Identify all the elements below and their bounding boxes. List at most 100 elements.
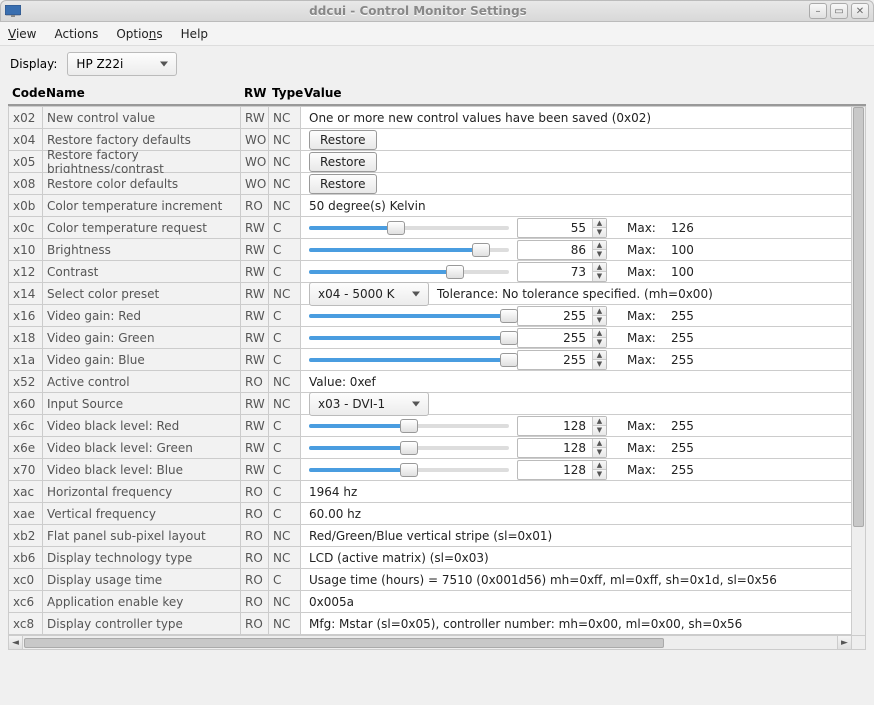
spin-up-icon[interactable]: ▲ [593, 241, 606, 251]
slider-thumb[interactable] [500, 309, 518, 323]
max-value: 255 [671, 353, 711, 367]
cell-code: xb2 [9, 525, 43, 547]
value-slider[interactable] [309, 311, 509, 321]
table-row: xc6Application enable keyRONC0x005a [9, 591, 851, 613]
spin-up-icon[interactable]: ▲ [593, 219, 606, 229]
spin-down-icon[interactable]: ▼ [593, 360, 606, 369]
spin-up-icon[interactable]: ▲ [593, 461, 606, 471]
value-slider[interactable] [309, 223, 509, 233]
value-select[interactable]: x03 - DVI-1 [309, 392, 429, 416]
scroll-left-icon[interactable]: ◄ [9, 636, 23, 649]
max-label: Max: [627, 441, 663, 455]
spin-down-icon[interactable]: ▼ [593, 426, 606, 435]
value-spinbox[interactable]: 128▲▼ [517, 416, 607, 436]
slider-thumb[interactable] [387, 221, 405, 235]
vertical-scrollbar[interactable] [851, 107, 865, 635]
vertical-scrollbar-thumb[interactable] [853, 107, 864, 527]
spin-down-icon[interactable]: ▼ [593, 470, 606, 479]
header-code: Code [12, 86, 46, 100]
cell-value: LCD (active matrix) (sl=0x03) [301, 547, 851, 569]
scroll-right-icon[interactable]: ► [837, 636, 851, 649]
cell-code: x05 [9, 151, 43, 173]
restore-button[interactable]: Restore [309, 174, 377, 194]
spin-down-icon[interactable]: ▼ [593, 272, 606, 281]
close-button[interactable]: ✕ [851, 3, 869, 19]
cell-value: 255▲▼ Max: 255 [301, 349, 851, 371]
cell-value: 0x005a [301, 591, 851, 613]
cell-name: Restore factory brightness/contrast [43, 151, 241, 173]
spin-down-icon[interactable]: ▼ [593, 338, 606, 347]
slider-thumb[interactable] [400, 441, 418, 455]
slider-thumb[interactable] [500, 353, 518, 367]
value-slider[interactable] [309, 355, 509, 365]
value-spinbox[interactable]: 55▲▼ [517, 218, 607, 238]
cell-name: Video gain: Green [43, 327, 241, 349]
value-spinbox[interactable]: 255▲▼ [517, 328, 607, 348]
cell-code: x6e [9, 437, 43, 459]
cell-value: Mfg: Mstar (sl=0x05), controller number:… [301, 613, 851, 635]
spin-down-icon[interactable]: ▼ [593, 316, 606, 325]
table-row: x0cColor temperature requestRWC55▲▼Max:1… [9, 217, 851, 239]
cell-code: x14 [9, 283, 43, 305]
cell-name: Video black level: Red [43, 415, 241, 437]
spin-down-icon[interactable]: ▼ [593, 228, 606, 237]
menu-view[interactable]: View [8, 27, 36, 41]
menu-options[interactable]: Options [116, 27, 162, 41]
cell-rw: RW [241, 261, 269, 283]
menu-help[interactable]: Help [181, 27, 208, 41]
display-select[interactable]: HP Z22i [67, 52, 177, 76]
value-spinbox[interactable]: 73▲▼ [517, 262, 607, 282]
spin-up-icon[interactable]: ▲ [593, 263, 606, 273]
value-spinbox[interactable]: 128▲▼ [517, 438, 607, 458]
spin-up-icon[interactable]: ▲ [593, 307, 606, 317]
minimize-button[interactable]: – [809, 3, 827, 19]
value-select-label: x04 - 5000 K [318, 287, 395, 301]
cell-value: 55▲▼Max:126 [301, 217, 851, 239]
value-slider[interactable] [309, 267, 509, 277]
slider-thumb[interactable] [446, 265, 464, 279]
header-type: Type [272, 86, 304, 100]
restore-button[interactable]: Restore [309, 152, 377, 172]
spin-up-icon[interactable]: ▲ [593, 329, 606, 339]
value-select[interactable]: x04 - 5000 K [309, 282, 429, 306]
value-slider[interactable] [309, 421, 509, 431]
horizontal-scrollbar-thumb[interactable] [24, 638, 664, 648]
value-slider[interactable] [309, 443, 509, 453]
spin-up-icon[interactable]: ▲ [593, 351, 606, 361]
restore-button[interactable]: Restore [309, 130, 377, 150]
spin-down-icon[interactable]: ▼ [593, 250, 606, 259]
slider-thumb[interactable] [400, 463, 418, 477]
slider-thumb[interactable] [472, 243, 490, 257]
cell-code: x02 [9, 107, 43, 129]
horizontal-scrollbar[interactable]: ◄ ► [9, 635, 851, 649]
cell-code: xae [9, 503, 43, 525]
value-select-label: x03 - DVI-1 [318, 397, 385, 411]
cell-name: Vertical frequency [43, 503, 241, 525]
cell-rw: WO [241, 129, 269, 151]
titlebar: ddcui - Control Monitor Settings – ▭ ✕ [0, 0, 874, 22]
value-spinbox[interactable]: 128▲▼ [517, 460, 607, 480]
spin-up-icon[interactable]: ▲ [593, 417, 606, 427]
cell-code: x0c [9, 217, 43, 239]
value-slider[interactable] [309, 245, 509, 255]
table-row: x60Input SourceRWNCx03 - DVI-1 [9, 393, 851, 415]
value-spinbox[interactable]: 255▲▼ [517, 306, 607, 326]
cell-type: NC [269, 371, 301, 393]
spin-down-icon[interactable]: ▼ [593, 448, 606, 457]
maximize-button[interactable]: ▭ [830, 3, 848, 19]
value-slider[interactable] [309, 465, 509, 475]
table-row: x16Video gain: RedRWC255▲▼Max:255 [9, 305, 851, 327]
menu-actions[interactable]: Actions [54, 27, 98, 41]
spinbox-value: 86 [518, 241, 592, 259]
cell-value: 128▲▼Max:255 [301, 415, 851, 437]
cell-name: Display technology type [43, 547, 241, 569]
value-slider[interactable] [309, 333, 509, 343]
max-label: Max: [627, 353, 663, 367]
spin-up-icon[interactable]: ▲ [593, 439, 606, 449]
cell-rw: RO [241, 525, 269, 547]
slider-thumb[interactable] [400, 419, 418, 433]
slider-thumb[interactable] [500, 331, 518, 345]
value-spinbox[interactable]: 86▲▼ [517, 240, 607, 260]
value-spinbox[interactable]: 255▲▼ [517, 350, 607, 370]
table-row: xaeVertical frequencyROC60.00 hz [9, 503, 851, 525]
